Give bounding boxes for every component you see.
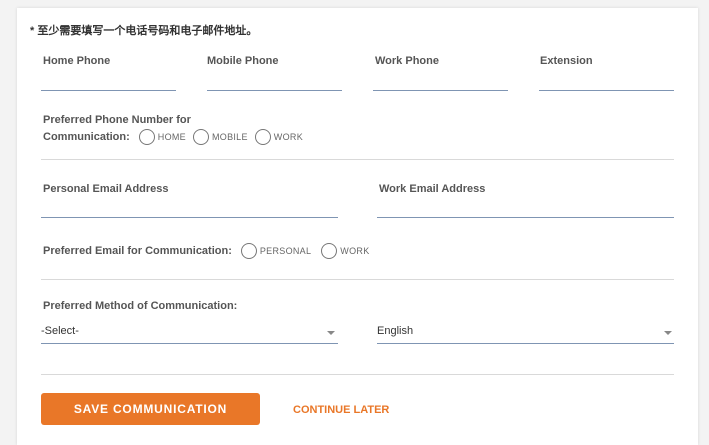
radio-work-phone[interactable] <box>254 129 271 145</box>
continue-later-link[interactable]: CONTINUE LATER <box>293 404 389 416</box>
method-select-value: -Select- <box>41 325 79 337</box>
radio-mobile-phone-label: MOBILE <box>211 132 248 142</box>
work-email-label: Work Email Address <box>379 183 486 195</box>
method-select[interactable]: -Select- <box>41 325 338 343</box>
preferred-email-radio-group: Preferred Email for Communication: PERSO… <box>43 243 377 259</box>
chevron-down-icon <box>327 331 335 335</box>
radio-home-phone[interactable] <box>138 129 155 145</box>
home-phone-label: Home Phone <box>43 55 111 67</box>
preferred-method-label: Preferred Method of Communication: <box>43 300 238 312</box>
language-select[interactable]: English <box>377 325 674 343</box>
personal-email-input[interactable] <box>41 217 338 218</box>
radio-work-phone-label: WORK <box>273 132 303 142</box>
method-select-underline <box>41 343 338 344</box>
language-select-underline <box>377 343 674 344</box>
radio-work-email-label: WORK <box>340 246 370 256</box>
mobile-phone-label: Mobile Phone <box>207 55 279 67</box>
work-email-input[interactable] <box>377 217 674 218</box>
extension-label: Extension <box>540 55 593 67</box>
home-phone-input[interactable] <box>41 90 176 91</box>
radio-mobile-phone[interactable] <box>192 129 209 145</box>
extension-input[interactable] <box>539 90 674 91</box>
preferred-phone-label-line2: Communication: <box>43 131 130 143</box>
preferred-email-label: Preferred Email for Communication: <box>43 245 232 257</box>
radio-work-email[interactable] <box>321 243 338 259</box>
communication-form-card: * 至少需要填写一个电话号码和电子邮件地址。 Home Phone Mobile… <box>17 8 698 445</box>
radio-personal-email[interactable] <box>240 243 257 259</box>
section-divider <box>41 374 674 375</box>
required-note: * 至少需要填写一个电话号码和电子邮件地址。 <box>30 25 258 37</box>
radio-personal-email-label: PERSONAL <box>259 246 312 256</box>
section-divider <box>41 159 674 160</box>
work-phone-label: Work Phone <box>375 55 439 67</box>
work-phone-input[interactable] <box>373 90 508 91</box>
save-communication-button[interactable]: SAVE COMMUNICATION <box>41 393 260 425</box>
language-select-value: English <box>377 325 414 337</box>
mobile-phone-input[interactable] <box>207 90 342 91</box>
radio-home-phone-label: HOME <box>157 132 186 142</box>
chevron-down-icon <box>664 331 672 335</box>
personal-email-label: Personal Email Address <box>43 183 169 195</box>
preferred-phone-radio-group: Communication: HOME MOBILE WORK <box>43 129 310 145</box>
preferred-phone-label-line1: Preferred Phone Number for <box>43 114 191 126</box>
section-divider <box>41 279 674 280</box>
